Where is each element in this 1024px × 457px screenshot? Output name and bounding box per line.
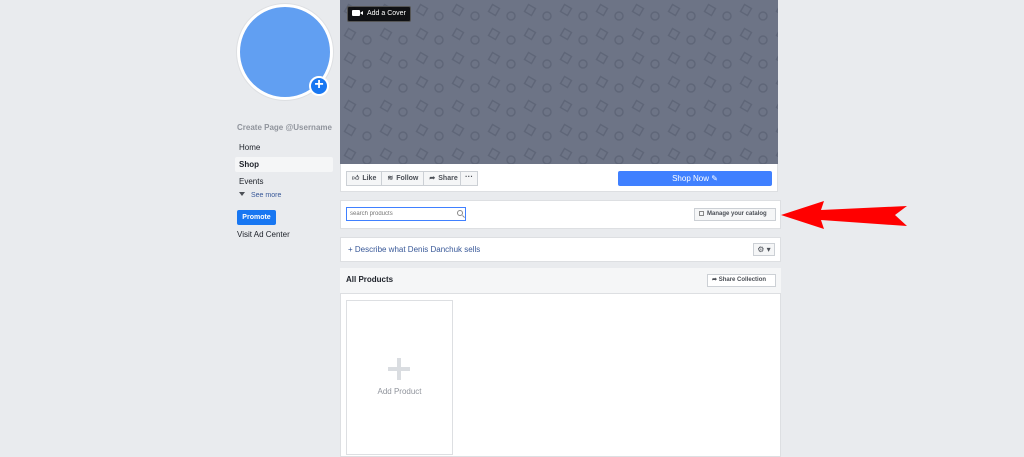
share-collection-label: Share Collection [718,277,767,283]
share-collection-button[interactable]: ➦ Share Collection [707,274,776,287]
share-arrow-icon: ➦ [712,277,719,283]
share-button[interactable]: ➦ Share [423,171,464,186]
red-annotation-arrow-icon [781,201,907,229]
create-page-username[interactable]: Create Page @Username [237,123,332,132]
add-photo-icon[interactable]: + [309,76,329,96]
follow-label: Follow [396,175,419,182]
nav-item-events[interactable]: Events [235,174,333,189]
grid-icon [699,211,704,216]
search-icon[interactable] [457,210,463,216]
settings-gear-button[interactable]: ⚙ ▾ [753,243,775,256]
page-actions: 👍︎ Like ≋ Follow ➦ Share [346,171,464,186]
share-arrow-icon: ➦ [429,175,436,182]
see-more-label: See more [251,192,282,199]
thumbs-up-icon: 👍︎ [352,175,360,182]
more-options-button[interactable]: ··· [460,171,478,186]
visit-ad-center-link[interactable]: Visit Ad Center [237,230,290,239]
manage-catalog-label: Manage your catalog [707,211,767,217]
share-label: Share [438,175,458,182]
search-products-input[interactable] [346,207,466,221]
shop-now-button[interactable]: Shop Now ✎ [618,171,772,186]
video-camera-icon [352,10,363,16]
rss-icon: ≋ [387,175,394,182]
describe-sells-link[interactable]: + Describe what Denis Danchuk sells [348,245,480,254]
cover-pattern [340,0,778,164]
like-button[interactable]: 👍︎ Like [346,171,383,186]
add-cover-button[interactable]: Add a Cover [347,6,411,22]
nav-item-shop[interactable]: Shop [235,157,333,172]
add-product-label: Add Product [377,387,422,396]
follow-button[interactable]: ≋ Follow [381,171,425,186]
chevron-down-icon [239,192,245,196]
manage-catalog-button[interactable]: Manage your catalog [694,208,776,221]
like-label: Like [362,175,377,182]
add-cover-label: Add a Cover [367,10,406,17]
cover-area [340,0,778,164]
all-products-title: All Products [346,275,394,284]
plus-icon [388,358,410,380]
see-more-link[interactable]: See more [239,192,281,199]
promote-button[interactable]: Promote [237,210,276,225]
nav-item-home[interactable]: Home [235,140,333,155]
